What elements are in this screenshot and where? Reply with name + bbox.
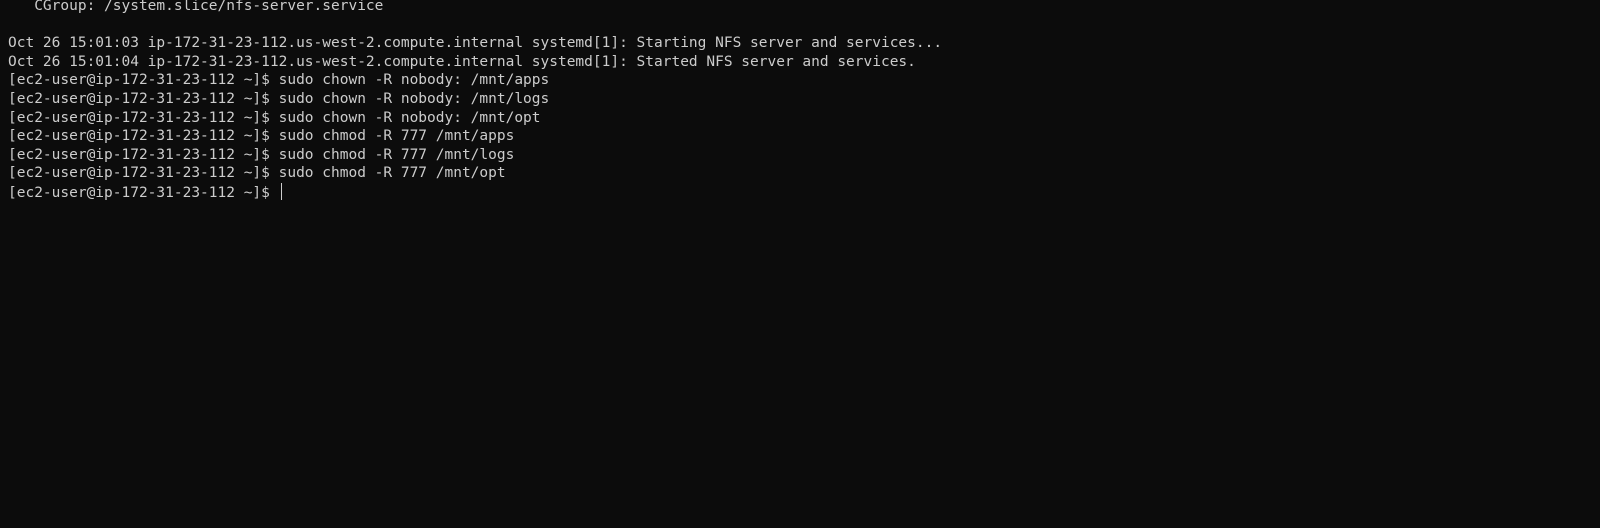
cgroup-line: CGroup: /system.slice/nfs-server.service [8, 0, 384, 14]
command-line: [ec2-user@ip-172-31-23-112 ~]$ sudo chow… [8, 72, 550, 89]
text-cursor [280, 182, 282, 200]
terminal-output: CGroup: /system.slice/nfs-server.service… [8, 0, 942, 202]
log-line: Oct 26 15:01:04 ip-172-31-23-112.us-west… [8, 53, 916, 70]
terminal-window[interactable]: CGroup: /system.slice/nfs-server.service… [0, 0, 1600, 528]
command-line: [ec2-user@ip-172-31-23-112 ~]$ sudo chow… [8, 90, 550, 107]
command-line: [ec2-user@ip-172-31-23-112 ~]$ sudo chmo… [8, 146, 515, 163]
command-line: [ec2-user@ip-172-31-23-112 ~]$ sudo chmo… [8, 165, 506, 182]
command-line: [ec2-user@ip-172-31-23-112 ~]$ sudo chmo… [8, 128, 515, 145]
log-line: Oct 26 15:01:03 ip-172-31-23-112.us-west… [8, 35, 943, 52]
prompt-line[interactable]: [ec2-user@ip-172-31-23-112 ~]$ [8, 182, 942, 202]
command-line: [ec2-user@ip-172-31-23-112 ~]$ sudo chow… [8, 109, 541, 126]
shell-prompt: [ec2-user@ip-172-31-23-112 ~]$ [8, 184, 279, 201]
